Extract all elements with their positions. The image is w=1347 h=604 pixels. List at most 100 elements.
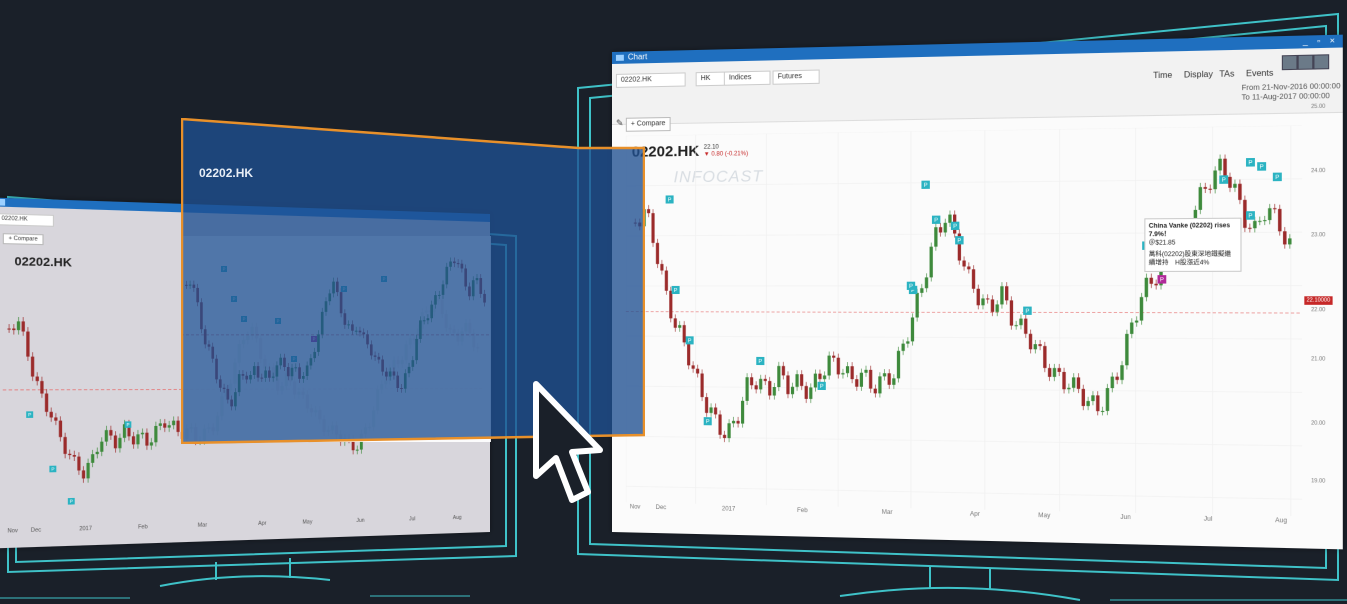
chart-window-right: Chart _ ▫ × 02202.HK HK Indices Futures … <box>612 34 1343 550</box>
window-title: Chart <box>627 52 648 62</box>
candle <box>1125 333 1129 366</box>
window-controls[interactable]: _ ▫ × <box>1303 35 1339 49</box>
candle <box>682 325 686 343</box>
tooltip-headline: China Vanke (02202) rises 7.9%！ <box>1148 223 1231 239</box>
news-marker[interactable]: P <box>1272 172 1282 182</box>
candlestick-plot[interactable]: PPPPPPPPPPPPPPPPPPPPPP <box>626 125 1302 516</box>
chart-tool-icon[interactable] <box>1297 54 1314 70</box>
category-select[interactable]: Indices <box>723 70 771 86</box>
candle <box>149 442 153 446</box>
news-marker[interactable]: P <box>921 180 930 189</box>
candle <box>948 214 952 223</box>
menu-time[interactable]: Time <box>1153 70 1172 80</box>
candle <box>718 414 722 435</box>
svg-text:P: P <box>70 499 73 504</box>
market-select[interactable]: HK <box>695 71 726 87</box>
news-marker[interactable]: P <box>67 497 75 505</box>
candle <box>172 420 176 426</box>
candle <box>906 341 910 344</box>
candle <box>21 321 25 332</box>
candle <box>131 436 136 445</box>
x-tick-label: Apr <box>258 520 267 528</box>
news-marker[interactable]: P <box>950 221 960 230</box>
news-marker[interactable]: P <box>703 417 712 426</box>
candle <box>920 288 924 293</box>
news-marker[interactable]: P <box>49 465 57 473</box>
candle <box>140 432 145 435</box>
candle <box>1238 183 1242 200</box>
candle <box>722 434 727 439</box>
menu-events[interactable]: Events <box>1246 68 1273 78</box>
symbol-input[interactable]: 02202.HK <box>615 72 686 88</box>
candle <box>1005 286 1009 301</box>
candle <box>1288 238 1292 245</box>
candle <box>745 377 749 401</box>
candle <box>850 366 854 380</box>
candle <box>1203 187 1207 189</box>
candle <box>696 368 700 374</box>
candle <box>154 425 158 443</box>
candle <box>81 470 86 479</box>
news-marker[interactable]: P <box>124 421 132 428</box>
news-marker[interactable]: P <box>26 411 34 418</box>
news-marker[interactable]: P <box>665 195 674 204</box>
x-tick-label: Feb <box>797 507 808 515</box>
news-marker[interactable]: P <box>1219 175 1229 184</box>
svg-text:P: P <box>820 384 824 390</box>
last-price-tag: 22.10000 <box>1304 296 1333 305</box>
candle <box>40 381 44 394</box>
svg-text:P: P <box>51 466 54 471</box>
date-range: From 21-Nov-2016 00:00:00 To 11-Aug-2017… <box>1242 82 1341 103</box>
candle <box>136 434 140 445</box>
menu-display[interactable]: Display <box>1184 70 1213 80</box>
grid-line <box>626 486 1302 499</box>
candle <box>1071 377 1076 388</box>
candle <box>1208 188 1212 190</box>
grid-line <box>626 386 1302 392</box>
candle <box>35 376 39 382</box>
news-marker[interactable]: P <box>671 285 680 294</box>
candle <box>651 213 655 243</box>
candle <box>967 266 971 270</box>
symbol-input[interactable]: 02202.HK <box>0 213 55 227</box>
news-marker[interactable]: P <box>931 215 941 224</box>
menu-tas[interactable]: TAs <box>1219 69 1234 79</box>
candle <box>26 331 30 357</box>
candle <box>1154 283 1158 286</box>
candle <box>887 373 891 385</box>
news-marker[interactable]: P <box>1257 162 1267 171</box>
to-value[interactable]: 11-Aug-2017 00:00:00 <box>1252 93 1330 102</box>
news-marker[interactable]: P <box>955 236 964 244</box>
candle <box>864 369 868 373</box>
news-tooltip: China Vanke (02202) rises 7.9%！ ＠$21.85 … <box>1144 217 1242 272</box>
candle <box>809 387 813 399</box>
candle <box>901 343 905 351</box>
svg-text:P: P <box>924 183 928 189</box>
news-marker[interactable]: P <box>1246 157 1255 167</box>
x-tick-label: 2017 <box>721 506 736 513</box>
news-marker[interactable]: P <box>906 281 916 290</box>
candle <box>1100 410 1105 412</box>
x-tick-label: Nov <box>629 504 641 511</box>
candle <box>754 385 758 390</box>
chart-tool-icon[interactable] <box>1281 54 1298 71</box>
news-marker[interactable]: P <box>756 356 765 366</box>
news-marker[interactable]: P <box>1157 275 1167 284</box>
news-marker[interactable]: P <box>1246 211 1255 220</box>
x-tick-label: Apr <box>969 511 980 518</box>
chart-tool-icon[interactable] <box>1313 54 1330 70</box>
type-select[interactable]: Futures <box>772 69 820 85</box>
candle <box>822 375 827 380</box>
candle <box>12 328 16 331</box>
candle <box>109 430 113 436</box>
news-marker[interactable]: P <box>1023 306 1032 315</box>
news-marker[interactable]: P <box>685 336 694 344</box>
candle <box>7 328 11 330</box>
compare-button[interactable]: + Compare <box>2 233 44 246</box>
candle <box>934 227 938 247</box>
news-marker[interactable]: P <box>817 381 826 391</box>
candle <box>841 373 845 375</box>
from-value[interactable]: 21-Nov-2016 00:00:00 <box>1262 83 1341 92</box>
candle <box>1248 227 1252 229</box>
candle <box>845 366 850 374</box>
